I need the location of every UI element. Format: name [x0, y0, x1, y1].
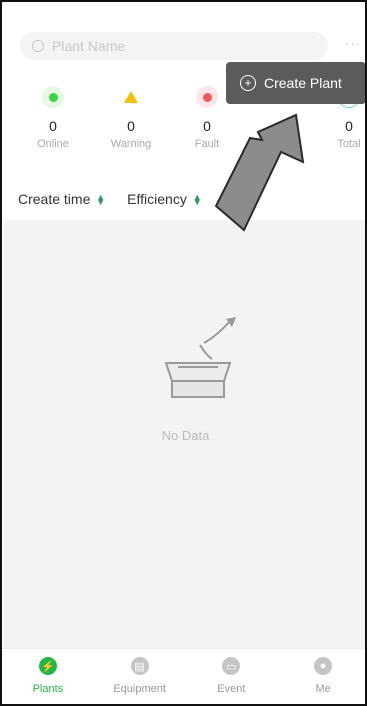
- sort-create-time-label: Create time: [18, 191, 91, 207]
- sort-arrows-icon: ▲ ▼: [96, 192, 106, 208]
- tab-equipment-label: Equipment: [113, 683, 166, 695]
- tab-plants[interactable]: ⚡ Plants: [2, 649, 94, 704]
- sort-efficiency-label: Efficiency: [127, 191, 187, 207]
- online-count: 0: [49, 118, 57, 134]
- create-plant-label: Create Plant: [264, 75, 342, 91]
- tab-me-label: Me: [315, 683, 331, 695]
- create-plant-button[interactable]: + Create Plant: [226, 62, 365, 104]
- search-icon: [32, 40, 44, 52]
- fault-count: 0: [203, 118, 211, 134]
- total-label: Total: [337, 138, 361, 150]
- app-screen: Plant Name ··· 0 Online 0 Warning 0 Faul…: [0, 0, 367, 706]
- search-placeholder: Plant Name: [52, 38, 126, 54]
- warning-count: 0: [127, 118, 135, 134]
- online-label: Online: [37, 138, 69, 150]
- plus-circle-icon: +: [240, 75, 256, 91]
- warning-label: Warning: [110, 138, 152, 150]
- user-icon: ●: [314, 657, 333, 675]
- sort-bar: Create time ▲ ▼ Efficiency ▲ ▼: [2, 184, 365, 214]
- stat-online[interactable]: 0 Online: [18, 86, 88, 150]
- bottom-tab-bar: ⚡ Plants ▤ Equipment ▭ Event ● Me: [2, 648, 365, 704]
- tab-equipment[interactable]: ▤ Equipment: [94, 649, 186, 704]
- empty-state-text: No Data: [161, 428, 210, 443]
- tab-plants-label: Plants: [32, 683, 64, 695]
- online-status-icon: [42, 86, 64, 108]
- bolt-icon: ⚡: [38, 657, 57, 675]
- tab-event-label: Event: [217, 683, 246, 695]
- fault-status-icon: [196, 86, 218, 108]
- total-count: 0: [345, 118, 353, 134]
- sort-create-time[interactable]: Create time ▲ ▼: [18, 191, 105, 207]
- fault-label: Fault: [194, 138, 220, 150]
- sort-efficiency[interactable]: Efficiency ▲ ▼: [127, 191, 201, 207]
- search-input[interactable]: Plant Name: [20, 32, 328, 60]
- stat-warning[interactable]: 0 Warning: [96, 86, 166, 150]
- equipment-icon: ▤: [130, 657, 149, 675]
- empty-box-icon: [164, 317, 236, 398]
- tab-me[interactable]: ● Me: [277, 649, 365, 704]
- event-icon: ▭: [222, 657, 241, 675]
- warning-status-icon: [120, 86, 142, 108]
- more-menu-icon[interactable]: ···: [345, 36, 361, 51]
- tab-event[interactable]: ▭ Event: [186, 649, 278, 704]
- sort-arrows-icon: ▲ ▼: [192, 192, 202, 208]
